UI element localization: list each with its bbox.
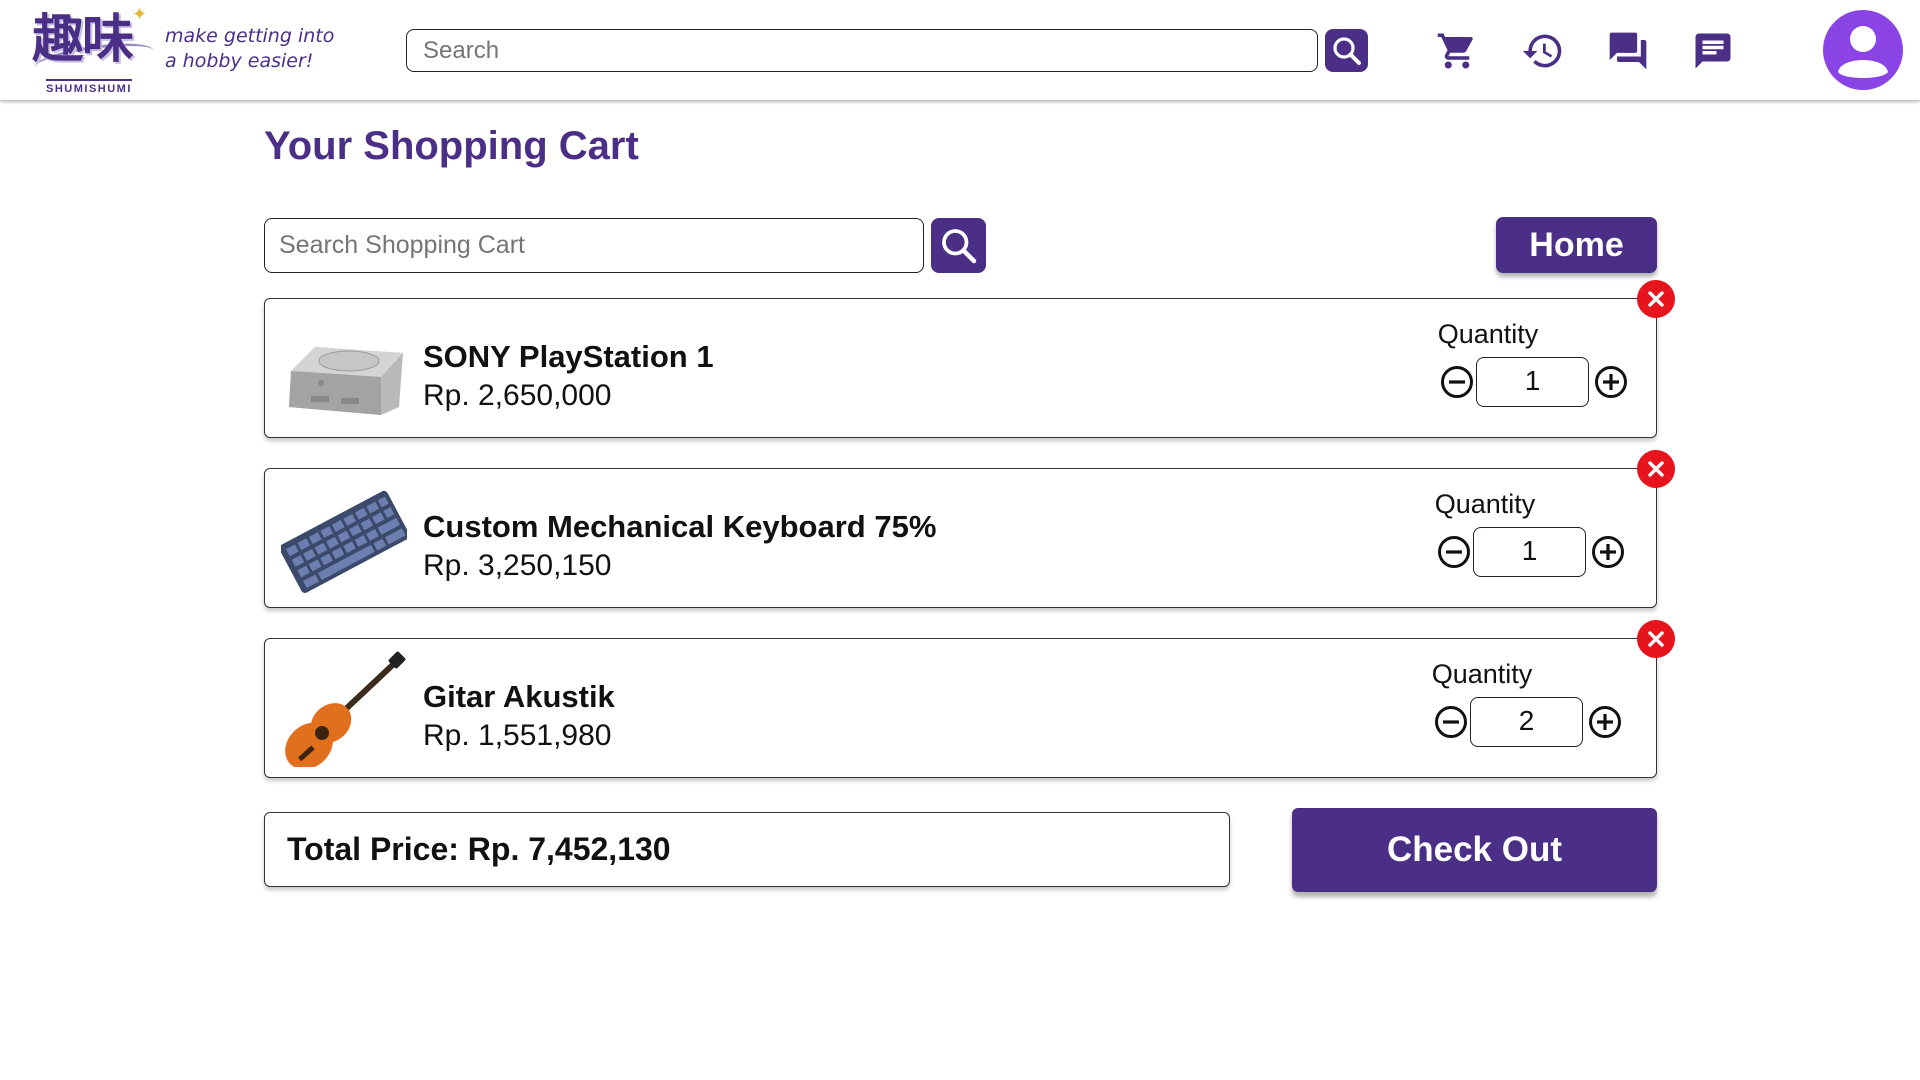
chat-icon (1695, 33, 1731, 69)
minus-circle-icon[interactable] (1434, 705, 1468, 739)
logo-wordmark: SHUMISHUMI (46, 79, 132, 95)
quantity-label: Quantity (1437, 319, 1539, 349)
tagline-line-1: make getting into (165, 25, 335, 47)
quantity-input[interactable]: 2 (1470, 697, 1583, 747)
cart-item: SONY PlayStation 1 Rp. 2,650,000 Quantit… (264, 280, 1675, 438)
search-icon (941, 228, 976, 263)
checkout-button[interactable]: Check Out (1292, 808, 1657, 892)
remove-item-button[interactable] (1637, 450, 1675, 488)
forum-icon (1609, 32, 1647, 70)
close-icon (1648, 631, 1664, 647)
item-price: Rp. 2,650,000 (423, 379, 612, 412)
quantity-label: Quantity (1431, 659, 1533, 689)
quantity-input[interactable]: 1 (1476, 357, 1589, 407)
guitar-icon (285, 651, 406, 767)
close-icon (1648, 461, 1664, 477)
forum-button[interactable] (1605, 28, 1651, 74)
user-avatar-icon (1838, 26, 1888, 78)
cart-search-button[interactable] (931, 218, 986, 273)
plus-circle-icon[interactable] (1591, 535, 1625, 569)
cart-item: Custom Mechanical Keyboard 75% Rp. 3,250… (264, 450, 1675, 608)
minus-circle-icon[interactable] (1437, 535, 1471, 569)
total-price: Total Price: Rp. 7,452,130 (264, 812, 1230, 887)
close-icon (1648, 291, 1664, 307)
console-icon (289, 347, 403, 415)
cart-search-input[interactable] (264, 218, 924, 273)
quantity-label: Quantity (1434, 489, 1536, 519)
global-search-input[interactable] (406, 29, 1318, 72)
minus-circle-icon[interactable] (1440, 365, 1474, 399)
plus-circle-icon[interactable] (1594, 365, 1628, 399)
plus-circle-icon[interactable] (1588, 705, 1622, 739)
cart-item: Gitar Akustik Rp. 1,551,980 Quantity 2 (264, 620, 1675, 778)
user-avatar[interactable] (1823, 10, 1903, 90)
search-icon (1332, 36, 1361, 65)
item-price: Rp. 3,250,150 (423, 549, 612, 582)
sparkle-icon: ✦ (132, 4, 148, 25)
global-search-button[interactable] (1325, 29, 1368, 72)
cart-button[interactable] (1434, 28, 1480, 74)
history-button[interactable] (1520, 28, 1566, 74)
keyboard-icon (281, 490, 407, 593)
page-title: Your Shopping Cart (264, 124, 639, 168)
quantity-input[interactable]: 1 (1473, 527, 1586, 577)
item-name: SONY PlayStation 1 (423, 339, 714, 374)
history-icon (1522, 34, 1562, 68)
logo-kanji: 趣味 (32, 9, 134, 70)
shumishumi-logo[interactable]: 趣味 ✦ SHUMISHUMI (32, 4, 162, 96)
top-navbar: 趣味 ✦ SHUMISHUMI make getting into a hobb… (0, 0, 1920, 100)
chat-button[interactable] (1690, 28, 1736, 74)
tagline-line-2: a hobby easier! (165, 50, 314, 72)
cart-icon (1437, 33, 1473, 69)
tagline: make getting into a hobby easier! (165, 24, 334, 74)
item-price: Rp. 1,551,980 (423, 719, 612, 752)
item-name: Custom Mechanical Keyboard 75% (423, 509, 937, 544)
item-name: Gitar Akustik (423, 679, 615, 714)
remove-item-button[interactable] (1637, 620, 1675, 658)
home-button[interactable]: Home (1496, 217, 1657, 273)
remove-item-button[interactable] (1637, 280, 1675, 318)
